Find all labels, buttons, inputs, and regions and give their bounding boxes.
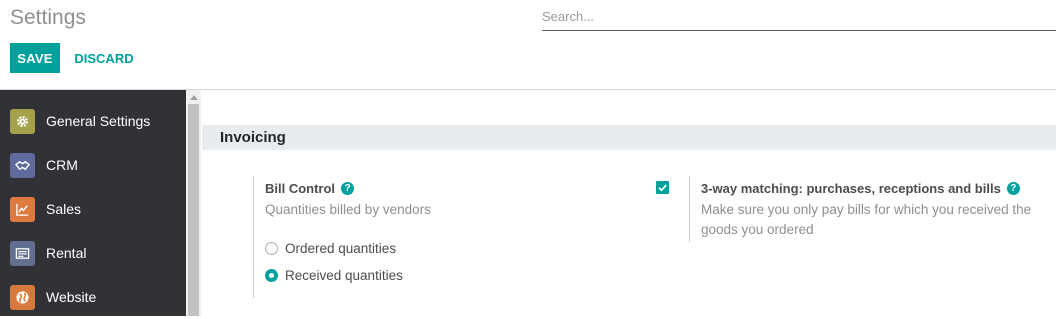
setting-divider — [253, 176, 254, 298]
search-box[interactable] — [542, 4, 1056, 31]
sidebar-item-label: Sales — [46, 201, 82, 217]
rental-icon — [10, 240, 35, 266]
question-circle-icon[interactable]: ? — [341, 182, 355, 195]
sidebar-item-general-settings[interactable]: General Settings — [0, 99, 186, 143]
description-line: Make sure you only pay bills for which y… — [701, 202, 1032, 217]
radio-received-quantities[interactable]: Received quantities — [265, 268, 403, 283]
control-panel: Settings SAVE DISCARD — [0, 0, 1056, 90]
bill-control-title: Bill Control ? — [265, 181, 355, 196]
gear-icon — [10, 108, 35, 134]
sidebar-item-label: CRM — [46, 157, 78, 173]
globe-icon — [10, 284, 35, 310]
sidebar-item-label: Website — [46, 289, 97, 305]
settings-sidebar: General Settings CRM Sales Rental Websit… — [0, 90, 186, 316]
radio-label[interactable]: Ordered quantities — [285, 241, 396, 256]
bill-control-label: Bill Control — [265, 181, 336, 196]
three-way-matching-description: Make sure you only pay bills for which y… — [701, 200, 1053, 240]
section-header-invoicing: Invoicing — [202, 125, 1056, 150]
chart-line-icon — [10, 196, 35, 222]
discard-button[interactable]: DISCARD — [66, 43, 142, 73]
setting-divider — [689, 176, 690, 242]
sidebar-item-sales[interactable]: Sales — [0, 187, 186, 231]
three-way-matching-checkbox[interactable] — [656, 181, 669, 194]
description-line: goods you ordered — [701, 222, 814, 237]
scroll-up-arrow-icon[interactable] — [186, 90, 201, 104]
page-title: Settings — [10, 6, 86, 29]
sidebar-item-rental[interactable]: Rental — [0, 231, 186, 275]
three-way-matching-title: 3-way matching: purchases, receptions an… — [701, 181, 1020, 196]
scroll-thumb[interactable] — [188, 104, 199, 316]
bill-control-description: Quantities billed by vendors — [265, 202, 431, 217]
section-title: Invoicing — [220, 129, 286, 146]
sidebar-item-crm[interactable]: CRM — [0, 143, 186, 187]
checkmark-icon — [658, 184, 667, 192]
sidebar-item-label: General Settings — [46, 113, 151, 129]
sidebar-scrollbar[interactable] — [186, 90, 201, 316]
sidebar-item-label: Rental — [46, 245, 87, 261]
handshake-icon — [10, 152, 35, 178]
question-circle-icon[interactable]: ? — [1006, 182, 1020, 195]
search-input[interactable] — [542, 4, 1056, 28]
sidebar-item-website[interactable]: Website — [0, 275, 186, 319]
radio-ordered-quantities[interactable]: Ordered quantities — [265, 241, 396, 256]
save-button[interactable]: SAVE — [10, 43, 60, 73]
radio-button-selected[interactable] — [265, 269, 278, 282]
three-way-matching-label: 3-way matching: purchases, receptions an… — [701, 181, 1001, 196]
radio-button[interactable] — [265, 242, 278, 255]
radio-label[interactable]: Received quantities — [285, 268, 403, 283]
